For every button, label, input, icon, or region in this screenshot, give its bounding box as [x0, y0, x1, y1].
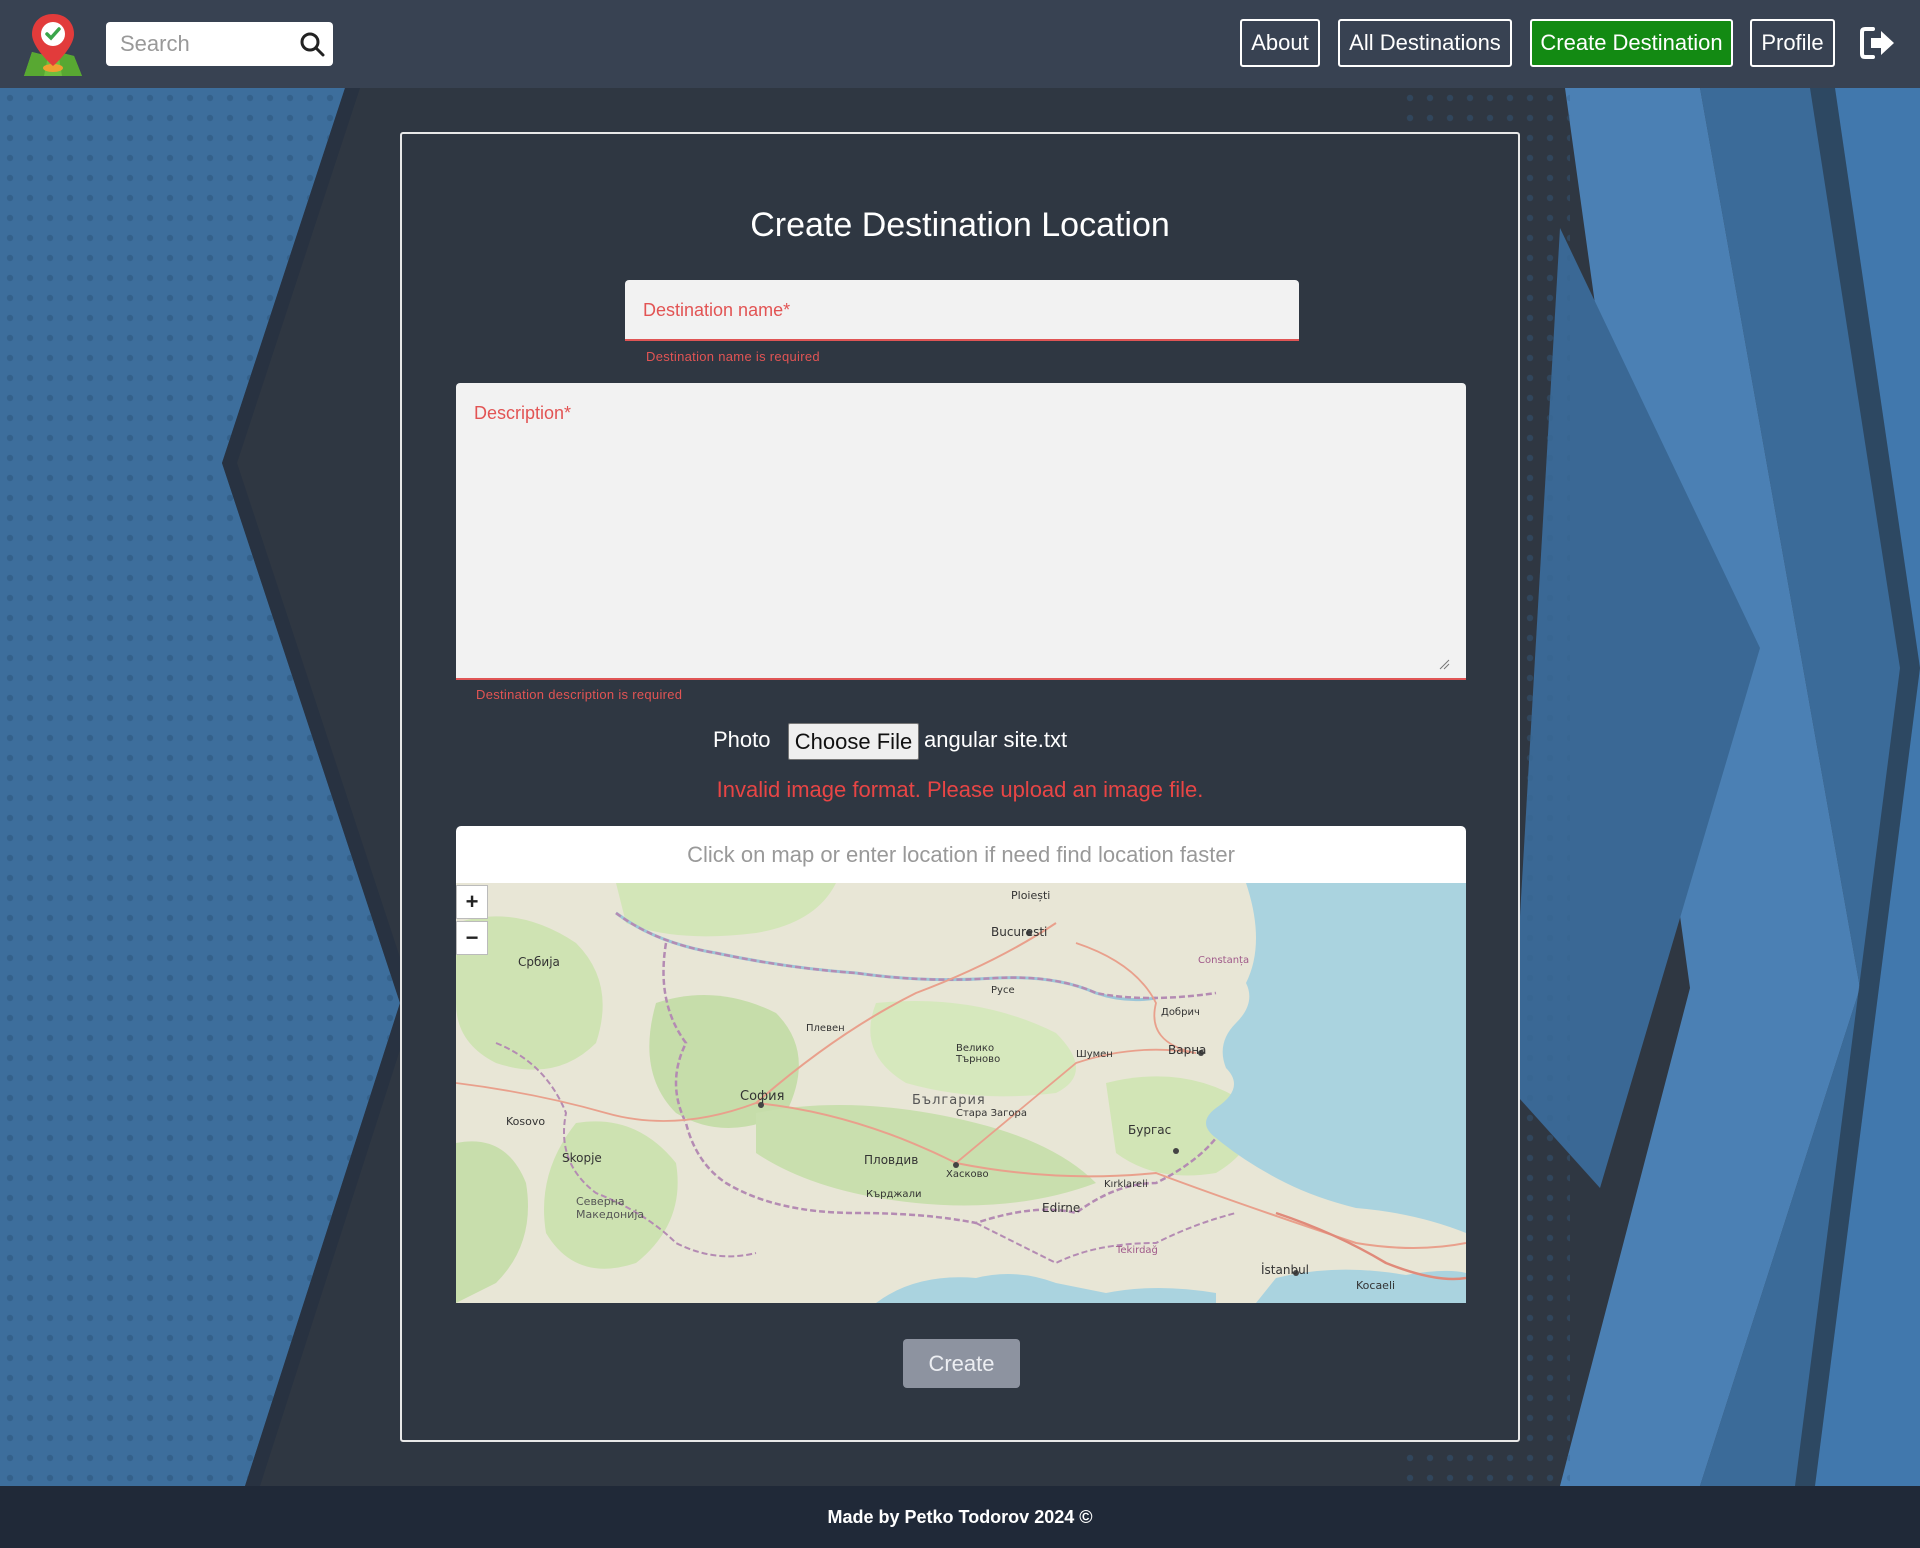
map-pin-logo-icon[interactable]	[18, 10, 88, 78]
map-label: Бургас	[1128, 1123, 1172, 1137]
map-label: Русе	[991, 985, 1015, 996]
map-label: Велико Търново	[956, 1043, 1001, 1065]
description-error: Destination description is required	[476, 687, 683, 702]
image-format-error: Invalid image format. Please upload an i…	[716, 777, 1204, 802]
description-label: Description*	[474, 403, 572, 423]
map-label: Edirne	[1042, 1201, 1081, 1215]
map-label: Skopje	[562, 1151, 602, 1165]
map-label: Tekirdağ	[1116, 1245, 1158, 1256]
nav-create-destination-button[interactable]: Create Destination	[1530, 19, 1733, 67]
location-search-bar	[456, 826, 1466, 883]
map-zoom-in-button[interactable]: +	[456, 885, 488, 919]
create-destination-card: Create Destination Location Destination …	[400, 132, 1520, 1442]
search-icon[interactable]	[299, 31, 325, 57]
map-label: Кърджали	[866, 1189, 922, 1200]
map-label: Bucuresti	[991, 925, 1048, 939]
top-navbar: About All Destinations Create Destinatio…	[0, 0, 1920, 88]
footer-credit: Made by Petko Todorov 2024 ©	[827, 1506, 1093, 1527]
map-label: İstanbul	[1261, 1263, 1310, 1277]
map-label: Шумен	[1076, 1049, 1113, 1060]
footer: Made by Petko Todorov 2024 ©	[0, 1486, 1920, 1548]
map-label: София	[740, 1089, 785, 1104]
map-label: Србија	[518, 955, 560, 969]
search-box	[106, 22, 333, 66]
choose-file-button[interactable]: Choose File	[788, 723, 919, 760]
map-label: Плевен	[806, 1023, 845, 1034]
nav-all-destinations-button[interactable]: All Destinations	[1338, 19, 1512, 67]
destination-name-label: Destination name*	[643, 300, 791, 320]
map-label: Kırklareli	[1104, 1179, 1148, 1190]
selected-file-name: angular site.txt	[924, 727, 1068, 752]
map-label: Добрич	[1161, 1007, 1200, 1018]
map-label: Kocaeli	[1356, 1279, 1396, 1292]
search-input[interactable]	[106, 22, 295, 66]
page-title: Create Destination Location	[750, 206, 1170, 244]
map-label: Стара Загора	[956, 1108, 1027, 1119]
location-map[interactable]: Bucuresti Ploiești Constanța Варна Бурга…	[456, 883, 1466, 1303]
description-textarea[interactable]: Description*	[456, 383, 1466, 680]
location-input[interactable]	[456, 840, 1466, 869]
map-label: Ploiești	[1011, 889, 1051, 902]
nav-profile-button[interactable]: Profile	[1750, 19, 1835, 67]
map-label: Хасково	[946, 1169, 989, 1180]
logout-icon[interactable]	[1857, 24, 1897, 62]
nav-about-button[interactable]: About	[1240, 19, 1320, 67]
create-button[interactable]: Create	[903, 1339, 1020, 1388]
map-zoom-out-button[interactable]: −	[456, 921, 488, 955]
destination-name-error: Destination name is required	[646, 349, 820, 364]
map-label: Северна Македонија	[576, 1195, 645, 1221]
map-label: България	[912, 1093, 986, 1108]
map-label: Варна	[1168, 1043, 1207, 1057]
map-label: Пловдив	[864, 1153, 919, 1167]
destination-name-field[interactable]: Destination name*	[625, 280, 1299, 341]
map-label: Constanța	[1198, 955, 1250, 966]
resize-handle-icon[interactable]	[1438, 658, 1450, 670]
photo-label: Photo	[713, 727, 771, 752]
map-label: Kosovo	[506, 1115, 546, 1128]
